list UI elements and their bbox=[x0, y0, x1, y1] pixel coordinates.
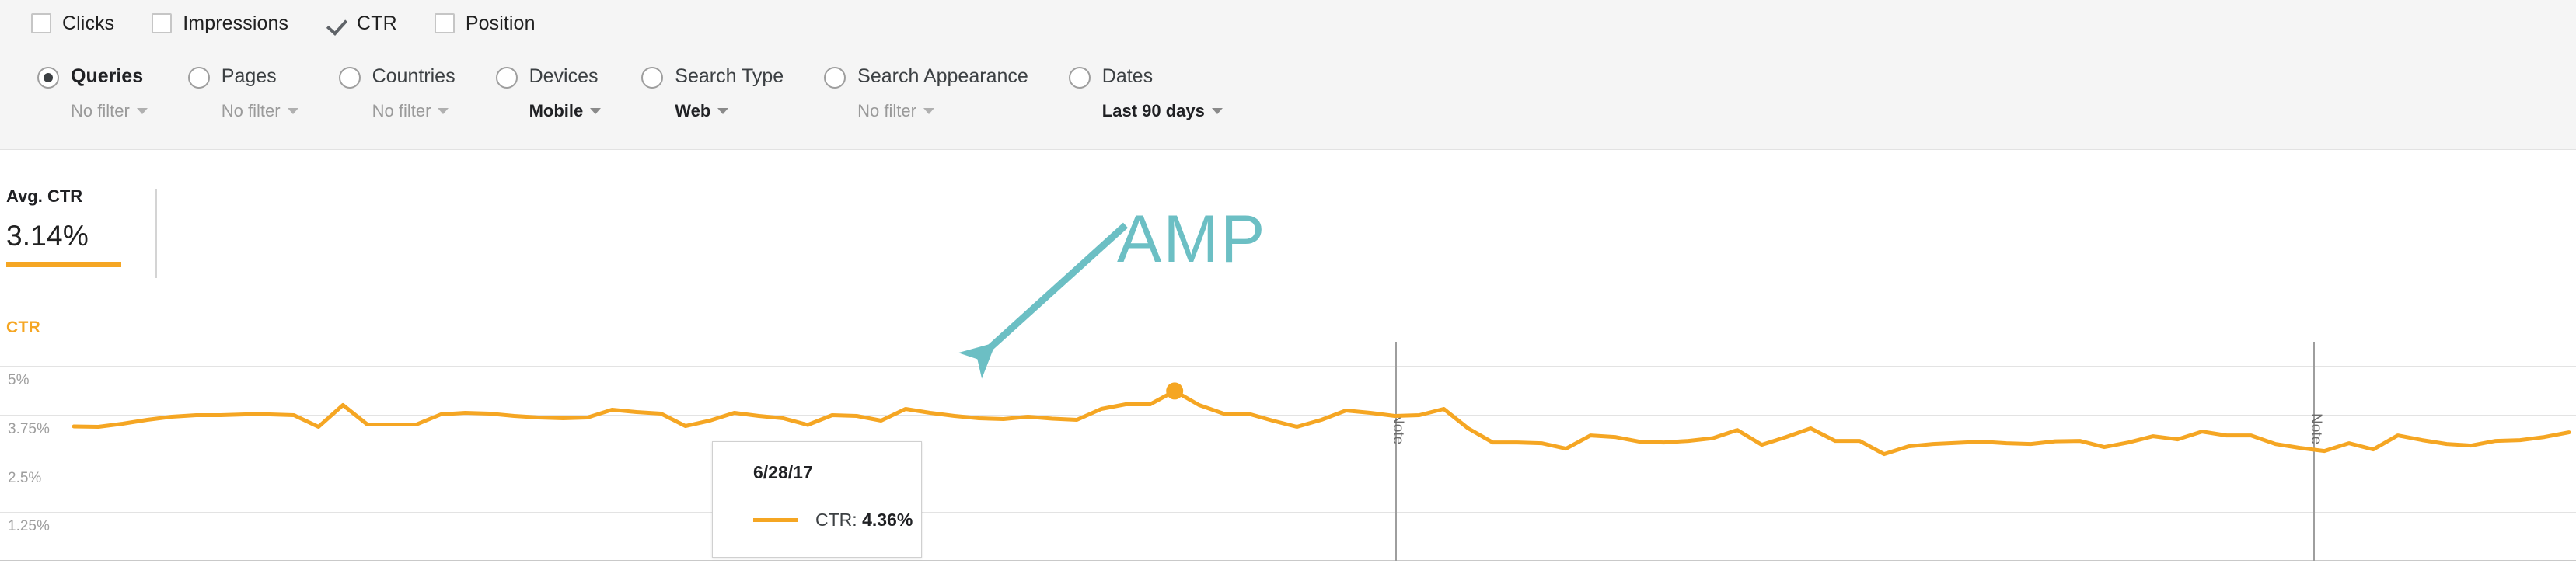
metric-checkbox-position[interactable]: Position bbox=[434, 12, 536, 35]
dimension-label: Countries bbox=[372, 65, 456, 87]
dimension-label: Search Type bbox=[675, 65, 784, 87]
summary-value: 3.14% bbox=[6, 220, 89, 252]
chevron-down-icon[interactable] bbox=[590, 108, 602, 114]
dimension-filter-value: Web bbox=[675, 101, 711, 120]
summary-divider bbox=[155, 189, 157, 278]
tooltip-metric-value: 4.36% bbox=[862, 510, 913, 530]
radio-icon[interactable] bbox=[338, 67, 361, 89]
dimension-radio-pages[interactable]: Pages No filter bbox=[187, 64, 298, 121]
dimension-filter-value: Mobile bbox=[529, 101, 584, 120]
metric-label: Impressions bbox=[183, 12, 289, 34]
chevron-down-icon[interactable] bbox=[1211, 108, 1223, 114]
radio-icon[interactable] bbox=[824, 67, 846, 89]
summary-avg-ctr: Avg. CTR 3.14% bbox=[6, 186, 146, 267]
chevron-down-icon[interactable] bbox=[136, 108, 148, 114]
checkbox-icon[interactable] bbox=[31, 13, 51, 33]
dimension-filter-bar: Queries No filter Pages No filter Countries N… bbox=[0, 47, 2576, 150]
dimension-filter-value: No filter bbox=[221, 101, 281, 120]
amp-annotation-arrow-icon bbox=[958, 222, 1129, 379]
checkbox-icon[interactable] bbox=[434, 13, 455, 33]
dimension-label: Pages bbox=[221, 65, 277, 87]
dimension-filter-value: No filter bbox=[372, 101, 431, 120]
chart-tooltip: 6/28/17 CTR: 4.36% bbox=[712, 441, 922, 558]
dimension-filter-dropdown[interactable]: Mobile bbox=[529, 101, 602, 121]
dimension-radio-queries[interactable]: Queries No filter bbox=[37, 64, 148, 121]
tooltip-metric: CTR: 4.36% bbox=[815, 510, 913, 530]
radio-icon[interactable] bbox=[1068, 67, 1091, 89]
summary-label: Avg. CTR bbox=[6, 186, 83, 206]
dimension-filter-dropdown[interactable]: No filter bbox=[857, 101, 1028, 121]
dimension-radio-countries[interactable]: Countries No filter bbox=[338, 64, 456, 121]
dimension-filter-dropdown[interactable]: No filter bbox=[222, 101, 298, 121]
dimension-radio-dates[interactable]: Dates Last 90 days bbox=[1068, 64, 1223, 121]
dimension-label: Search Appearance bbox=[857, 65, 1028, 87]
chevron-down-icon[interactable] bbox=[438, 108, 449, 114]
tooltip-metric-label: CTR: bbox=[815, 510, 857, 530]
checkbox-checked-icon[interactable] bbox=[326, 13, 346, 33]
metric-checkbox-impressions[interactable]: Impressions bbox=[152, 12, 288, 35]
dimension-radio-devices[interactable]: Devices Mobile bbox=[495, 64, 602, 121]
dimension-filter-value: No filter bbox=[857, 101, 916, 120]
dimension-filter-dropdown[interactable]: No filter bbox=[71, 101, 148, 121]
radio-icon[interactable] bbox=[187, 67, 210, 89]
chevron-down-icon[interactable] bbox=[287, 108, 298, 114]
metric-toggle-bar: Clicks Impressions CTR Position bbox=[0, 0, 2576, 47]
chevron-down-icon[interactable] bbox=[923, 108, 934, 114]
ctr-series-line bbox=[72, 382, 2571, 457]
metric-checkbox-ctr[interactable]: CTR bbox=[326, 12, 397, 35]
dimension-filter-dropdown[interactable]: Last 90 days bbox=[1102, 101, 1223, 121]
dimension-label: Devices bbox=[529, 65, 599, 87]
radio-icon[interactable] bbox=[495, 67, 518, 89]
summary-accent-underline bbox=[6, 262, 121, 267]
metric-checkbox-clicks[interactable]: Clicks bbox=[31, 12, 114, 35]
ctr-line-chart[interactable]: 5% 3.75% 2.5% 1.25% Note Note bbox=[0, 342, 2576, 561]
dimension-radio-search-type[interactable]: Search Type Web bbox=[641, 64, 784, 121]
dimension-label: Queries bbox=[71, 65, 144, 87]
chart-highlighted-point[interactable] bbox=[1166, 382, 1184, 400]
metric-label: CTR bbox=[357, 12, 397, 34]
chevron-down-icon[interactable] bbox=[717, 108, 729, 114]
dimension-filter-value: No filter bbox=[71, 101, 130, 120]
metric-label: Clicks bbox=[62, 12, 115, 34]
search-analytics-chart-panel: Clicks Impressions CTR Position Queries No f… bbox=[0, 0, 2576, 567]
dimension-filter-dropdown[interactable]: Web bbox=[675, 101, 784, 121]
tooltip-series-swatch-icon bbox=[753, 518, 798, 522]
radio-selected-icon[interactable] bbox=[37, 67, 59, 89]
dimension-filter-value: Last 90 days bbox=[1101, 101, 1205, 120]
tooltip-date: 6/28/17 bbox=[753, 462, 813, 482]
chart-series-title: CTR bbox=[6, 318, 41, 336]
dimension-radio-search-appearance[interactable]: Search Appearance No filter bbox=[824, 64, 1028, 121]
metric-label: Position bbox=[465, 12, 536, 34]
radio-icon[interactable] bbox=[641, 67, 664, 89]
tooltip-series-row: CTR: 4.36% bbox=[753, 510, 921, 530]
dimension-filter-dropdown[interactable]: No filter bbox=[372, 101, 456, 121]
dimension-label: Dates bbox=[1101, 65, 1154, 87]
amp-annotation-label: AMP bbox=[1117, 202, 1267, 277]
checkbox-icon[interactable] bbox=[152, 13, 173, 33]
